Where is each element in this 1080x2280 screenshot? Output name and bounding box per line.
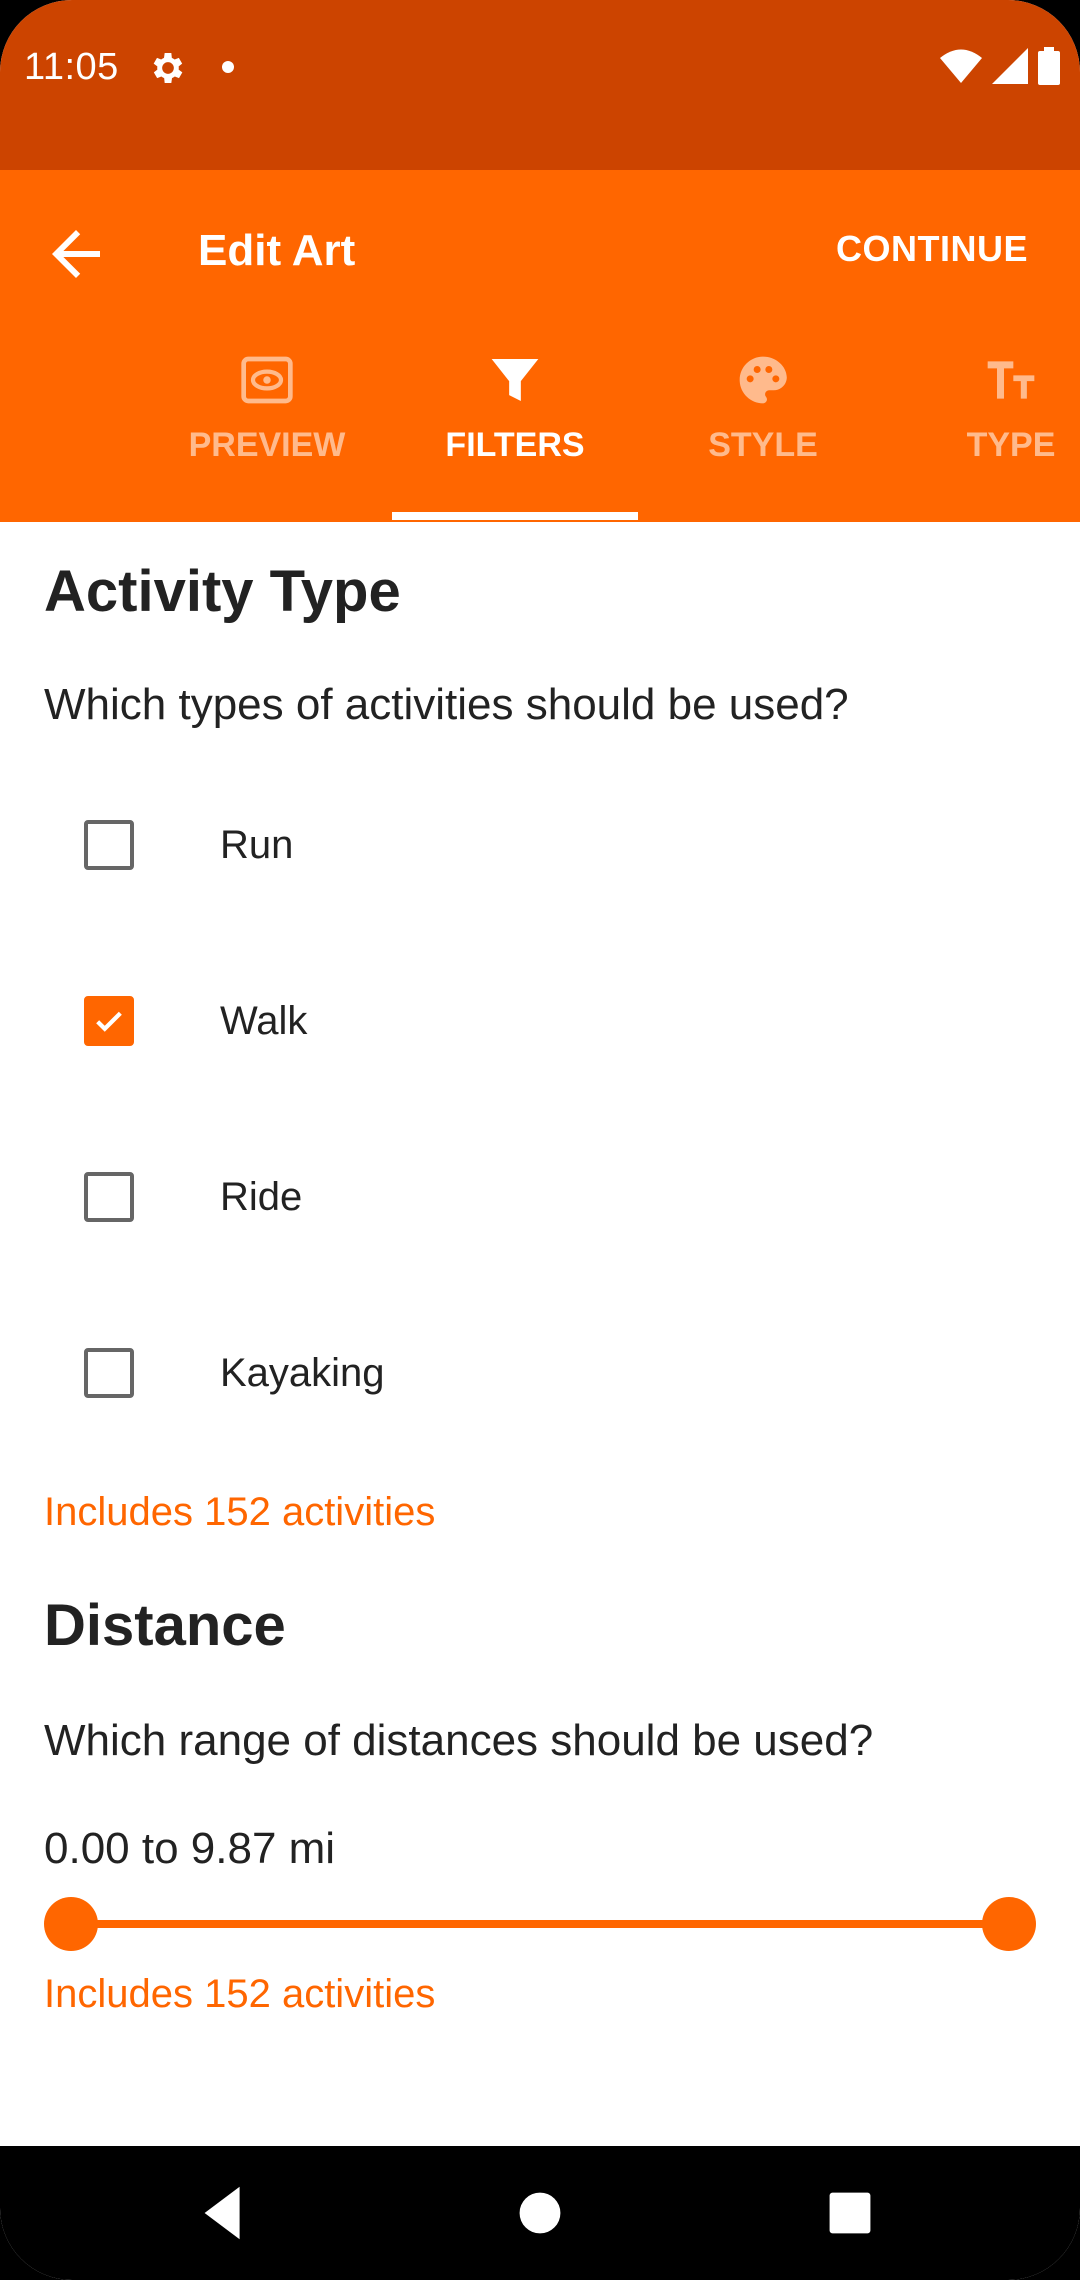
text-size-icon [983, 352, 1039, 408]
palette-icon [735, 352, 791, 408]
page-title: Edit Art [198, 226, 356, 275]
status-icons [940, 46, 1060, 90]
status-bar: 11:05 [0, 0, 1080, 170]
tab-type[interactable]: TYPE [887, 352, 1080, 522]
nav-back-triangle-icon[interactable] [190, 2178, 260, 2248]
eye-icon [239, 352, 295, 408]
slider-max-thumb[interactable] [982, 1897, 1036, 1951]
tab-type-label: TYPE [966, 426, 1056, 464]
wifi-icon [940, 49, 982, 88]
checkbox-row-walk[interactable]: Walk [0, 996, 1080, 1116]
distance-heading: Distance [44, 1593, 286, 1658]
activity-type-heading: Activity Type [44, 559, 401, 624]
distance-range-slider[interactable] [44, 1894, 1036, 1954]
walk-checkbox-label: Walk [220, 999, 308, 1043]
slider-track[interactable] [70, 1920, 1010, 1928]
back-arrow-button[interactable] [40, 218, 112, 290]
app-bar: Edit Art CONTINUE PREVIEW FILTERS STYLE … [0, 170, 1080, 522]
checkmark-icon [96, 1011, 122, 1032]
activity-type-count: Includes 152 activities [44, 1490, 436, 1534]
settings-gear-icon [148, 48, 188, 88]
distance-question: Which range of distances should be used? [44, 1716, 874, 1765]
ride-checkbox-label: Ride [220, 1175, 303, 1219]
checkbox-row-run[interactable]: Run [0, 820, 1080, 940]
tab-preview-label: PREVIEW [188, 426, 346, 464]
distance-range-text: 0.00 to 9.87 mi [44, 1824, 336, 1873]
slider-min-thumb[interactable] [44, 1897, 98, 1951]
screen: 11:05 Edit Art CONTINUE PREVIEW FILTERS … [0, 0, 1080, 2280]
run-checkbox[interactable] [84, 820, 134, 870]
kayaking-checkbox-label: Kayaking [220, 1351, 385, 1395]
tab-filters-label: FILTERS [445, 426, 585, 464]
system-nav-bar [0, 2146, 1080, 2280]
tab-style[interactable]: STYLE [639, 352, 887, 522]
tab-filters[interactable]: FILTERS [391, 352, 639, 522]
tab-indicator [392, 512, 638, 520]
ride-checkbox[interactable] [84, 1172, 134, 1222]
checkbox-row-kayaking[interactable]: Kayaking [0, 1348, 1080, 1468]
filter-icon [487, 352, 543, 408]
checkbox-row-ride[interactable]: Ride [0, 1172, 1080, 1292]
tab-style-label: STYLE [708, 426, 818, 464]
battery-icon [1038, 46, 1060, 90]
status-time: 11:05 [24, 46, 119, 88]
tab-preview[interactable]: PREVIEW [143, 352, 391, 522]
run-checkbox-label: Run [220, 823, 294, 867]
continue-button[interactable]: CONTINUE [836, 228, 1028, 270]
cellular-signal-icon [992, 47, 1028, 89]
kayaking-checkbox[interactable] [84, 1348, 134, 1398]
notification-dot-icon [222, 61, 234, 73]
distance-count: Includes 152 activities [44, 1972, 436, 2016]
nav-recents-square-icon[interactable] [815, 2178, 885, 2248]
walk-checkbox[interactable] [84, 996, 134, 1046]
activity-type-question: Which types of activities should be used… [44, 680, 849, 729]
nav-home-circle-icon[interactable] [505, 2178, 575, 2248]
